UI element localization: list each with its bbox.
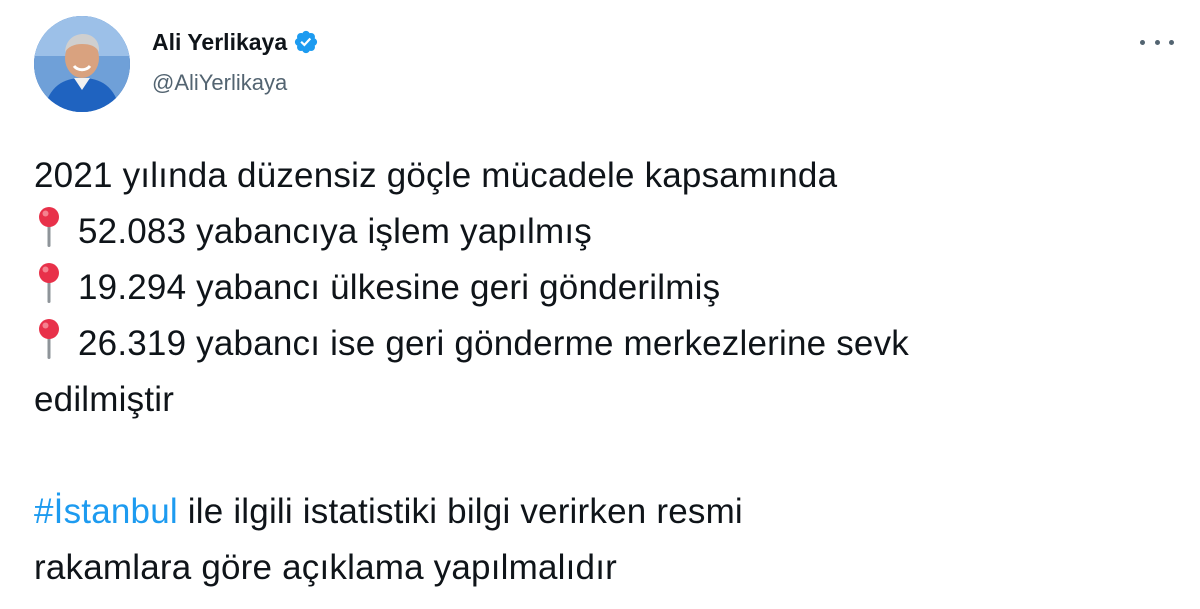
tweet: Ali Yerlikaya @AliYerlikaya 2021 yılında… (0, 0, 1200, 609)
tweet-continuation: edilmiştir (34, 380, 175, 419)
more-dot (1154, 39, 1160, 45)
tweet-paragraph-2-line-2: rakamlara göre açıklama yapılmalıdır (34, 548, 617, 587)
bullet-line: 52.083 yabancıya işlem yapılmış (34, 204, 1184, 260)
bullet-text: 19.294 yabancı ülkesine geri gönderilmiş (78, 268, 721, 307)
verified-badge-icon (293, 29, 319, 55)
round-pushpin-icon (34, 205, 64, 249)
bullet-text: 26.319 yabancı ise geri gönderme merkezl… (78, 324, 909, 363)
bullet-line: 19.294 yabancı ülkesine geri gönderilmiş (34, 260, 1184, 316)
bullet-line: 26.319 yabancı ise geri gönderme merkezl… (34, 316, 1184, 372)
round-pushpin-icon (34, 261, 64, 305)
more-dot (1140, 39, 1145, 45)
tweet-line-1: 2021 yılında düzensiz göçle mücadele kap… (34, 156, 838, 195)
tweet-text: 2021 yılında düzensiz göçle mücadele kap… (34, 148, 1184, 596)
round-pushpin-icon (34, 317, 64, 361)
author-display-name[interactable]: Ali Yerlikaya (152, 29, 287, 56)
more-dot (1169, 39, 1174, 45)
avatar[interactable] (34, 16, 130, 112)
hashtag-link[interactable]: #İstanbul (34, 492, 178, 531)
tweet-paragraph-2-line-1: #İstanbul ile ilgili istatistiki bilgi v… (34, 484, 1184, 540)
more-options-icon[interactable] (1140, 30, 1174, 54)
author-handle[interactable]: @AliYerlikaya (152, 70, 287, 96)
author-name-row: Ali Yerlikaya (152, 27, 319, 57)
paragraph-2-text: ile ilgili istatistiki bilgi verirken re… (177, 492, 743, 531)
bullet-text: 52.083 yabancıya işlem yapılmış (78, 212, 592, 251)
